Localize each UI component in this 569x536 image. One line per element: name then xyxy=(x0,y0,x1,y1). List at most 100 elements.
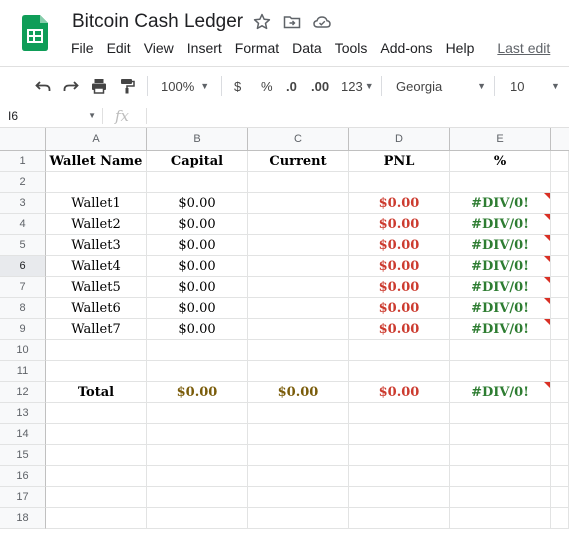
row-header[interactable]: 5 xyxy=(0,235,46,256)
format-currency-button[interactable]: $ xyxy=(234,67,241,105)
sheets-logo-icon[interactable] xyxy=(22,15,48,51)
cell[interactable] xyxy=(248,424,349,445)
current-cell[interactable] xyxy=(248,277,349,298)
row-header[interactable]: 10 xyxy=(0,340,46,361)
cell[interactable] xyxy=(46,172,147,193)
capital-cell[interactable]: $0.00 xyxy=(147,298,248,319)
row-header[interactable]: 14 xyxy=(0,424,46,445)
row-header[interactable]: 8 xyxy=(0,298,46,319)
total-current-cell[interactable]: $0.00 xyxy=(248,382,349,403)
row-header[interactable]: 18 xyxy=(0,508,46,529)
row-header[interactable]: 17 xyxy=(0,487,46,508)
menu-format[interactable]: Format xyxy=(235,40,279,56)
header-current[interactable]: Current xyxy=(248,151,349,172)
cell[interactable] xyxy=(349,424,450,445)
menu-data[interactable]: Data xyxy=(292,40,322,56)
wallet-name-cell[interactable]: Wallet4 xyxy=(46,256,147,277)
cell[interactable] xyxy=(248,508,349,529)
cell[interactable] xyxy=(147,403,248,424)
percent-cell[interactable]: #DIV/0! xyxy=(450,214,551,235)
cell[interactable] xyxy=(349,466,450,487)
cell[interactable] xyxy=(551,235,569,256)
row-header[interactable]: 16 xyxy=(0,466,46,487)
total-percent-cell[interactable]: #DIV/0! xyxy=(450,382,551,403)
percent-cell[interactable]: #DIV/0! xyxy=(450,319,551,340)
pnl-cell[interactable]: $0.00 xyxy=(349,235,450,256)
capital-cell[interactable]: $0.00 xyxy=(147,214,248,235)
menu-view[interactable]: View xyxy=(144,40,174,56)
row-header[interactable]: 3 xyxy=(0,193,46,214)
row-header[interactable]: 4 xyxy=(0,214,46,235)
wallet-name-cell[interactable]: Wallet3 xyxy=(46,235,147,256)
column-header-d[interactable]: D xyxy=(349,128,450,151)
cell[interactable] xyxy=(450,487,551,508)
cell[interactable] xyxy=(46,487,147,508)
header-pnl[interactable]: PNL xyxy=(349,151,450,172)
cell[interactable] xyxy=(551,256,569,277)
cell[interactable] xyxy=(248,403,349,424)
current-cell[interactable] xyxy=(248,319,349,340)
cell[interactable] xyxy=(551,382,569,403)
wallet-name-cell[interactable]: Wallet1 xyxy=(46,193,147,214)
increase-decimal-button[interactable]: .00 xyxy=(311,67,329,105)
cell[interactable] xyxy=(248,361,349,382)
cell[interactable] xyxy=(46,508,147,529)
cell[interactable] xyxy=(147,424,248,445)
move-folder-icon[interactable] xyxy=(282,12,302,32)
font-family-select[interactable]: Georgia ▼ xyxy=(396,67,486,105)
current-cell[interactable] xyxy=(248,193,349,214)
cell[interactable] xyxy=(248,445,349,466)
column-header-b[interactable]: B xyxy=(147,128,248,151)
cell[interactable] xyxy=(147,361,248,382)
cell[interactable] xyxy=(147,508,248,529)
formula-input[interactable] xyxy=(150,105,569,127)
capital-cell[interactable]: $0.00 xyxy=(147,319,248,340)
column-header-c[interactable]: C xyxy=(248,128,349,151)
format-percent-button[interactable]: % xyxy=(261,67,273,105)
decrease-decimal-button[interactable]: .0 xyxy=(286,67,297,105)
menu-addons[interactable]: Add-ons xyxy=(380,40,432,56)
cell[interactable] xyxy=(450,466,551,487)
column-header-a[interactable]: A xyxy=(46,128,147,151)
cell[interactable] xyxy=(450,340,551,361)
cell[interactable] xyxy=(551,151,569,172)
cell[interactable] xyxy=(147,466,248,487)
cell[interactable] xyxy=(46,424,147,445)
name-box[interactable]: I6 ▼ xyxy=(0,105,102,127)
cell[interactable] xyxy=(551,319,569,340)
percent-cell[interactable]: #DIV/0! xyxy=(450,193,551,214)
percent-cell[interactable]: #DIV/0! xyxy=(450,277,551,298)
total-capital-cell[interactable]: $0.00 xyxy=(147,382,248,403)
cell[interactable] xyxy=(46,403,147,424)
cell[interactable] xyxy=(551,403,569,424)
row-header[interactable]: 1 xyxy=(0,151,46,172)
wallet-name-cell[interactable]: Wallet2 xyxy=(46,214,147,235)
pnl-cell[interactable]: $0.00 xyxy=(349,277,450,298)
last-edit-link[interactable]: Last edit xyxy=(497,40,550,56)
wallet-name-cell[interactable]: Wallet6 xyxy=(46,298,147,319)
total-pnl-cell[interactable]: $0.00 xyxy=(349,382,450,403)
cell[interactable] xyxy=(349,361,450,382)
pnl-cell[interactable]: $0.00 xyxy=(349,298,450,319)
menu-help[interactable]: Help xyxy=(446,40,475,56)
cell[interactable] xyxy=(46,466,147,487)
current-cell[interactable] xyxy=(248,256,349,277)
capital-cell[interactable]: $0.00 xyxy=(147,235,248,256)
cell[interactable] xyxy=(450,172,551,193)
percent-cell[interactable]: #DIV/0! xyxy=(450,298,551,319)
cell[interactable] xyxy=(147,487,248,508)
row-header-selected[interactable]: 6 xyxy=(0,256,46,277)
menu-edit[interactable]: Edit xyxy=(107,40,131,56)
paint-format-icon[interactable] xyxy=(118,67,136,105)
cell[interactable] xyxy=(551,487,569,508)
cell[interactable] xyxy=(551,508,569,529)
cell[interactable] xyxy=(248,340,349,361)
cell[interactable] xyxy=(147,445,248,466)
pnl-cell[interactable]: $0.00 xyxy=(349,319,450,340)
star-icon[interactable] xyxy=(252,12,272,32)
cell[interactable] xyxy=(349,172,450,193)
header-percent[interactable]: % xyxy=(450,151,551,172)
zoom-select[interactable]: 100% ▼ xyxy=(161,67,209,105)
header-wallet-name[interactable]: Wallet Name xyxy=(46,151,147,172)
percent-cell[interactable]: #DIV/0! xyxy=(450,256,551,277)
